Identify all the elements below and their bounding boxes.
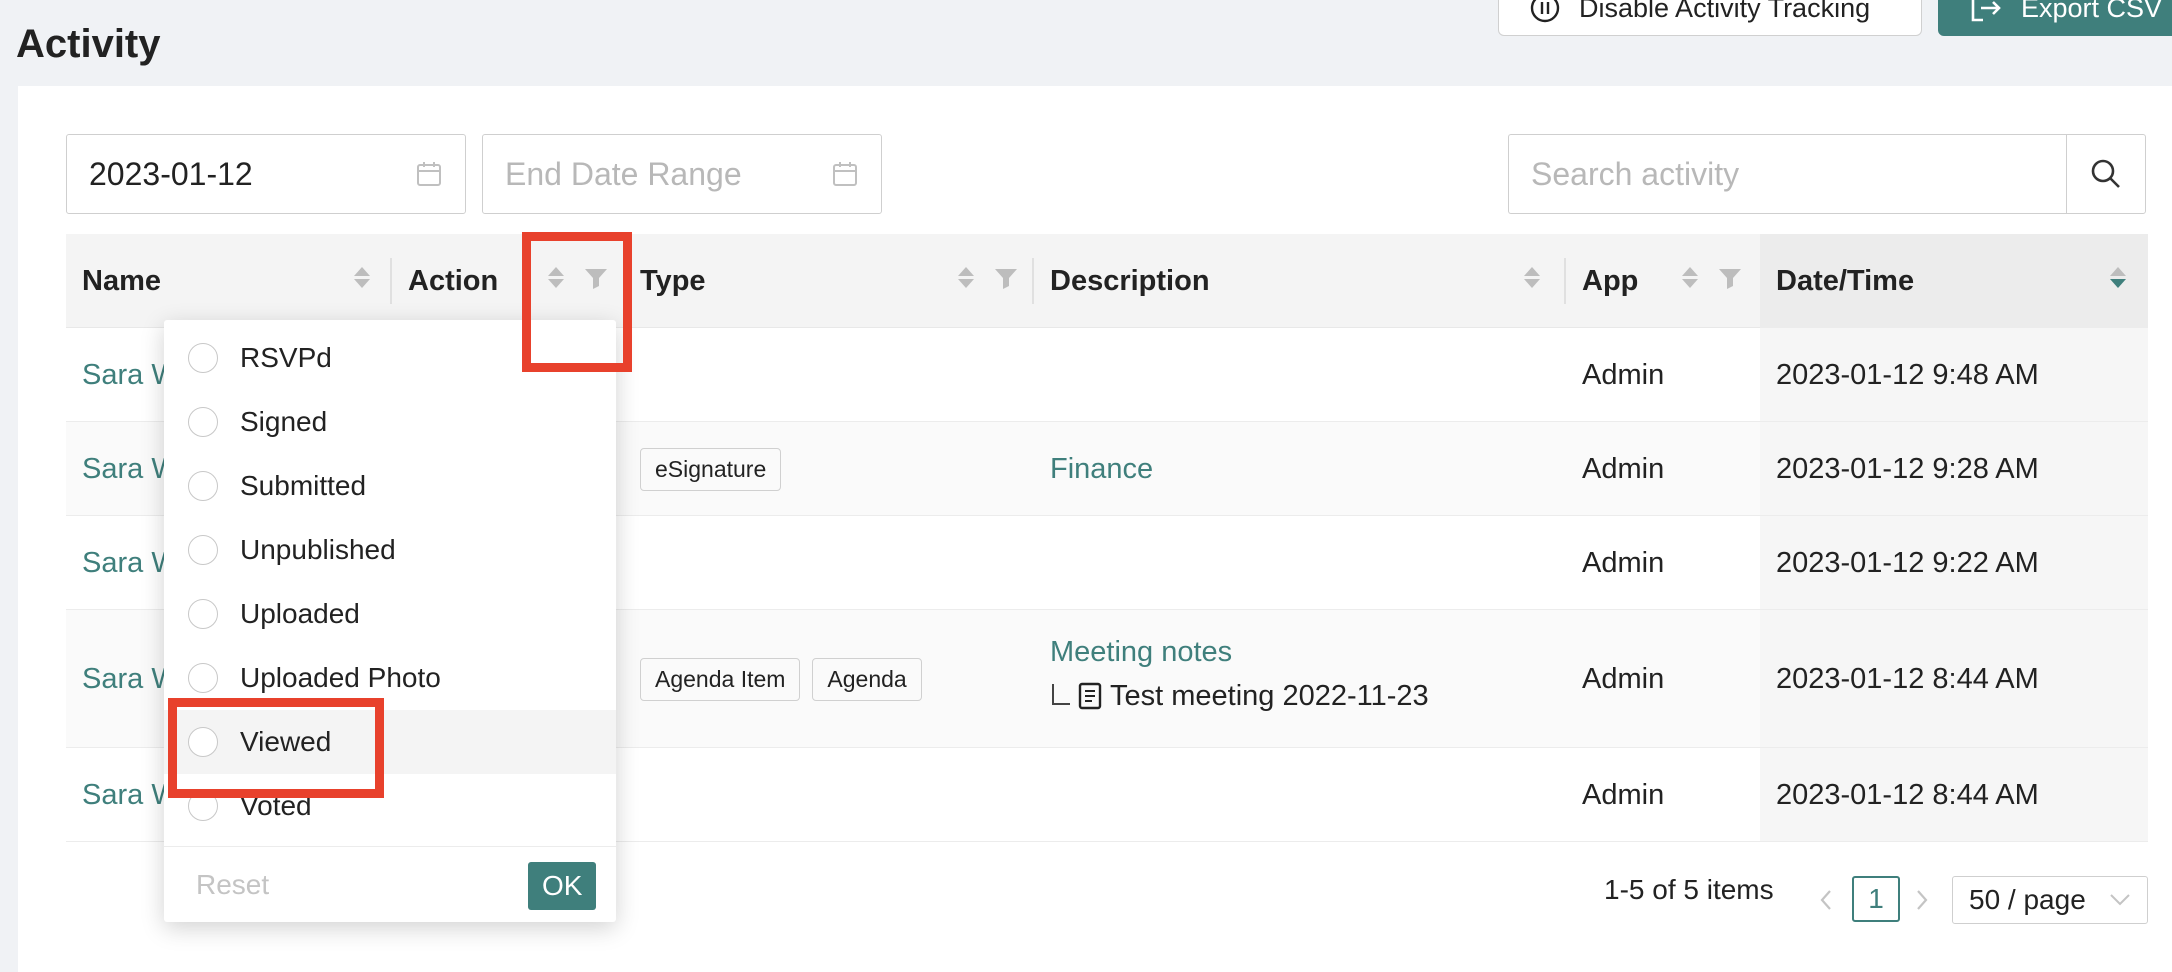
- description-sub: Test meeting 2022-11-23: [1050, 674, 1429, 718]
- document-icon: [1078, 682, 1102, 710]
- sort-name-icon[interactable]: [354, 267, 370, 288]
- filter-type-icon[interactable]: [994, 268, 1018, 290]
- pause-circle-icon: [1530, 0, 1560, 23]
- filter-option-label: Signed: [240, 406, 328, 437]
- description-sub-text: Test meeting 2022-11-23: [1110, 679, 1429, 712]
- radio-button[interactable]: [188, 471, 218, 501]
- column-header-description[interactable]: Description: [1050, 234, 1210, 328]
- export-csv-label: Export CSV: [2021, 0, 2163, 23]
- start-date-picker[interactable]: 2023-01-12: [66, 134, 466, 214]
- search-icon: [2091, 159, 2120, 188]
- radio-button[interactable]: [188, 343, 218, 373]
- app-cell: Admin: [1582, 546, 1665, 579]
- column-header-app[interactable]: App: [1582, 234, 1638, 328]
- sort-description-icon[interactable]: [1524, 267, 1540, 288]
- highlight-box-filter-icon: [522, 232, 632, 372]
- radio-button[interactable]: [188, 535, 218, 565]
- filter-option-label: RSVPd: [240, 342, 332, 373]
- calendar-icon: [417, 162, 441, 186]
- page-size-value: 50 / page: [1969, 884, 2086, 915]
- table-header: Name Action Type Description App Date/Ti…: [66, 234, 2148, 328]
- app-cell: Admin: [1582, 358, 1665, 391]
- chevron-left-icon[interactable]: [1818, 888, 1834, 912]
- filter-option-label: Uploaded: [240, 598, 360, 629]
- page-size-select[interactable]: 50 / page: [1952, 876, 2148, 924]
- ok-button[interactable]: OK: [528, 862, 597, 910]
- page-number-button[interactable]: 1: [1852, 876, 1900, 922]
- end-date-placeholder: End Date Range: [505, 155, 742, 192]
- filter-option-submitted[interactable]: Submitted: [164, 454, 616, 518]
- activity-table: Name Action Type Description App Date/Ti…: [66, 234, 2148, 842]
- dropdown-footer: Reset OK: [164, 846, 616, 922]
- search-bar: [1508, 134, 2146, 214]
- export-csv-button[interactable]: Export CSV: [1938, 0, 2172, 36]
- datetime-cell: 2023-01-12 9:48 AM: [1776, 358, 2039, 391]
- page-title: Activity: [16, 22, 161, 66]
- action-filter-dropdown: RSVPd Signed Submitted Unpublished Uploa…: [164, 320, 616, 922]
- type-tag: Agenda Item: [640, 657, 801, 701]
- calendar-icon: [833, 162, 857, 186]
- description-link[interactable]: Meeting notes: [1050, 632, 1232, 672]
- datetime-cell: 2023-01-12 9:28 AM: [1776, 452, 2039, 485]
- type-tag: Agenda: [812, 657, 922, 701]
- search-button[interactable]: [2066, 134, 2146, 214]
- app-cell: Admin: [1582, 778, 1665, 811]
- type-tag: eSignature: [640, 447, 782, 491]
- description-link[interactable]: Finance: [1050, 422, 1153, 516]
- pagination-summary: 1-5 of 5 items: [1604, 874, 1774, 905]
- type-tags: eSignature: [640, 422, 793, 516]
- datetime-cell: 2023-01-12 8:44 AM: [1776, 778, 2039, 811]
- column-header-type[interactable]: Type: [640, 234, 706, 328]
- filter-option-label: Submitted: [240, 470, 367, 501]
- radio-button[interactable]: [188, 663, 218, 693]
- type-tags: Agenda Item Agenda: [640, 610, 934, 748]
- sort-datetime-icon[interactable]: [2110, 267, 2126, 288]
- column-header-action[interactable]: Action: [408, 234, 498, 328]
- filter-option-unpublished[interactable]: Unpublished: [164, 518, 616, 582]
- filter-option-label: Uploaded Photo: [240, 662, 441, 693]
- app-cell: Admin: [1582, 662, 1665, 695]
- column-header-name[interactable]: Name: [82, 234, 161, 328]
- datetime-cell: 2023-01-12 8:44 AM: [1776, 662, 2039, 695]
- filter-option-label: Unpublished: [240, 534, 396, 565]
- datetime-cell: 2023-01-12 9:22 AM: [1776, 546, 2039, 579]
- filter-option-uploaded[interactable]: Uploaded: [164, 582, 616, 646]
- search-input[interactable]: [1508, 134, 2066, 214]
- filter-option-signed[interactable]: Signed: [164, 390, 616, 454]
- app-cell: Admin: [1582, 452, 1665, 485]
- chevron-right-icon[interactable]: [1914, 888, 1930, 912]
- end-date-picker[interactable]: End Date Range: [482, 134, 882, 214]
- export-icon: [1971, 0, 2001, 22]
- highlight-box-viewed-option: [168, 698, 384, 798]
- reset-button[interactable]: Reset: [196, 869, 269, 901]
- disable-activity-tracking-label: Disable Activity Tracking: [1579, 0, 1871, 23]
- sort-app-icon[interactable]: [1682, 267, 1698, 288]
- disable-activity-tracking-button[interactable]: Disable Activity Tracking: [1498, 0, 1922, 36]
- tree-branch-icon: [1052, 684, 1070, 705]
- start-date-value: 2023-01-12: [89, 155, 253, 192]
- radio-button[interactable]: [188, 407, 218, 437]
- radio-button[interactable]: [188, 599, 218, 629]
- filter-app-icon[interactable]: [1718, 268, 1742, 290]
- chevron-down-icon: [2110, 894, 2130, 906]
- sort-type-icon[interactable]: [958, 267, 974, 288]
- column-header-datetime[interactable]: Date/Time: [1776, 234, 1914, 328]
